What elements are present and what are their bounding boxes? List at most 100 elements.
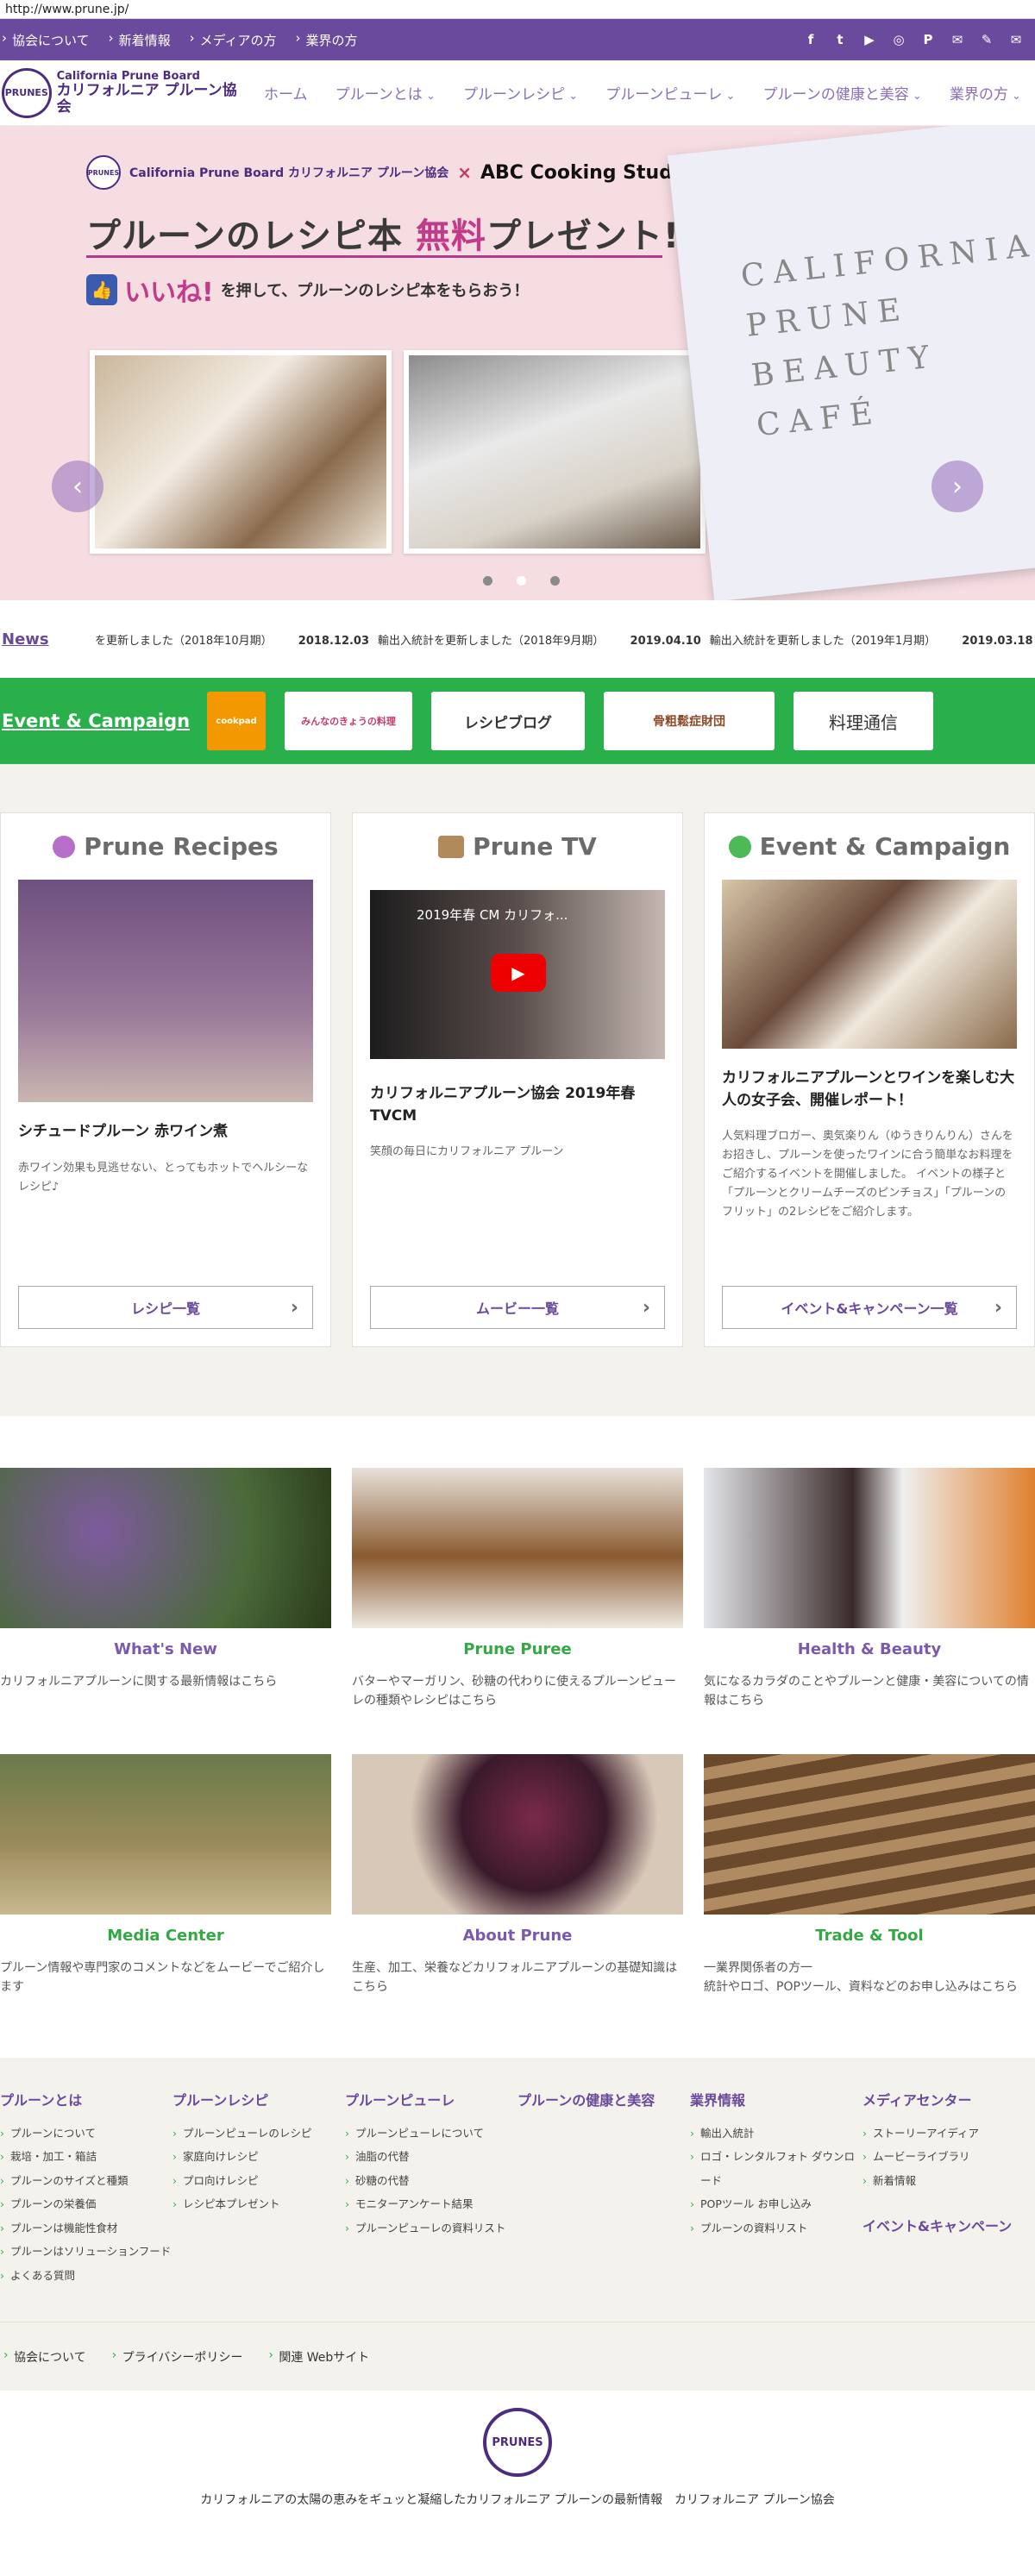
logo-en: California Prune Board xyxy=(56,69,200,83)
footer-link[interactable]: プルーンのサイズと種類 xyxy=(0,2169,172,2193)
site-header: PRUNES California Prune Board カリフォルニア プル… xyxy=(0,60,1035,126)
footer-col-title[interactable]: プルーンピューレ xyxy=(345,2089,518,2109)
card-prune-tv: Prune TV 2019年春 CM カリフォ... ▶ カリフォルニアプルーン… xyxy=(352,812,683,1347)
footer-col-title-event[interactable]: イベント&キャンペーン xyxy=(862,2215,1035,2235)
tile-prune-puree[interactable]: Prune Puree バターやマーガリン、砂糖の代わりに使えるプルーンピューレ… xyxy=(352,1468,683,1711)
hero-carousel[interactable]: PRUNES California Prune Board カリフォルニア プル… xyxy=(0,126,1035,600)
footer-link[interactable]: プルーンの資料リスト xyxy=(690,2216,862,2241)
tile-image-plums xyxy=(0,1468,331,1628)
footer-link[interactable]: 新着情報 xyxy=(862,2169,1035,2193)
carousel-dots xyxy=(483,576,560,586)
tile-health-beauty[interactable]: Health & Beauty 気になるカラダのことやプルーンと健康・美容につい… xyxy=(704,1468,1035,1711)
card-title: Event & Campaign xyxy=(722,832,1017,861)
card-headline[interactable]: カリフォルニアプルーンとワインを楽しむ大人の女子会、開催レポート！ xyxy=(722,1068,1017,1112)
event-list-button[interactable]: イベント&キャンペーン一覧 xyxy=(722,1286,1017,1329)
video-player[interactable]: 2019年春 CM カリフォ... ▶ xyxy=(370,890,665,1059)
footer-col-title[interactable]: プルーンとは xyxy=(0,2089,172,2109)
footer-link[interactable]: プルーンはソリューションフード xyxy=(0,2240,172,2264)
footer-col-title[interactable]: プルーンレシピ xyxy=(172,2089,345,2109)
footer-link[interactable]: モニターアンケート結果 xyxy=(345,2192,518,2216)
carousel-dot-3[interactable] xyxy=(550,576,560,586)
news-item[interactable]: を更新しました（2018年10月期） xyxy=(64,635,273,648)
nav-industry[interactable]: 業界の方 xyxy=(950,82,1021,103)
event-bar-title[interactable]: Event & Campaign xyxy=(0,711,207,731)
top-link-industry[interactable]: 業界の方 xyxy=(294,30,375,49)
youtube-icon[interactable]: ▶ xyxy=(859,29,880,50)
banner-recipe-blog[interactable]: レシピブログ xyxy=(431,692,585,750)
footer-link[interactable]: ロゴ・レンタルフォト ダウンロード xyxy=(690,2145,862,2192)
footer-link[interactable]: 砂糖の代替 xyxy=(345,2169,518,2193)
footer-col-title[interactable]: プルーンの健康と美容 xyxy=(518,2089,690,2109)
tile-whats-new[interactable]: What's New カリフォルニアプルーンに関する最新情報はこちら xyxy=(0,1468,331,1711)
top-link-about[interactable]: 協会について xyxy=(0,30,107,49)
carousel-dot-2[interactable] xyxy=(517,576,526,586)
carousel-dot-1[interactable] xyxy=(483,576,492,586)
top-link-media[interactable]: メディアの方 xyxy=(188,30,294,49)
url-bar[interactable]: http://www.prune.jp/ xyxy=(0,0,1035,19)
carousel-next-button[interactable]: › xyxy=(932,461,983,512)
carousel-prev-button[interactable]: ‹ xyxy=(52,461,104,512)
tile-media-center[interactable]: Media Center プルーン情報や専門家のコメントなどをムービーでご紹介し… xyxy=(0,1753,331,1997)
tile-about-prune[interactable]: About Prune 生産、加工、栄養などカリフォルニアプルーンの基礎知識はこ… xyxy=(352,1753,683,1997)
card-title-text: Event & Campaign xyxy=(759,832,1011,861)
footer-link[interactable]: プルーンピューレについて xyxy=(345,2122,518,2146)
twitter-icon[interactable]: t xyxy=(830,29,850,50)
footer-link[interactable]: プルーンピューレのレシピ xyxy=(172,2122,345,2146)
news-item[interactable]: 2018.12.03 輸出入統計を更新しました（2018年9月期） xyxy=(276,635,605,648)
card-image-wine-prune[interactable] xyxy=(18,880,313,1102)
banner-osteoporosis-foundation[interactable]: 骨粗鬆症財団 xyxy=(604,692,775,750)
footer-link[interactable]: プルーンピューレの資料リスト xyxy=(345,2216,518,2241)
footer-sub-link-about[interactable]: 協会について xyxy=(3,2348,86,2366)
footer-link[interactable]: ストーリーアイディア xyxy=(862,2122,1035,2146)
movie-list-button[interactable]: ムービー一覧 xyxy=(370,1286,665,1329)
instagram-icon[interactable]: ◎ xyxy=(888,29,909,50)
tile-desc: プルーン情報や専門家のコメントなどをムービーでご紹介します xyxy=(0,1960,325,1995)
banner-cookpad[interactable]: cookpad xyxy=(207,692,266,750)
mail-icon[interactable]: ✉ xyxy=(1006,29,1026,50)
news-item[interactable]: 2019.04.10 輸出入統計を更新しました（2019年1月期） xyxy=(608,635,937,648)
news-label[interactable]: News xyxy=(0,630,64,649)
footer-link[interactable]: 栽培・加工・箱詰 xyxy=(0,2145,172,2169)
footer-link[interactable]: 油脂の代替 xyxy=(345,2145,518,2169)
nav-health[interactable]: プルーンの健康と美容 xyxy=(763,82,922,103)
site-logo[interactable]: PRUNES California Prune Board カリフォルニア プル… xyxy=(0,67,250,118)
footer-link[interactable]: 輸出入統計 xyxy=(690,2122,862,2146)
footer-col-title[interactable]: メディアセンター xyxy=(862,2089,1035,2109)
thumbs-up-icon: 👍 xyxy=(86,274,117,305)
pen-icon[interactable]: ✎ xyxy=(976,29,997,50)
footer-link[interactable]: プルーンの栄養価 xyxy=(0,2192,172,2216)
footer-sub-link-privacy[interactable]: プライバシーポリシー xyxy=(112,2348,243,2366)
nav-recipes[interactable]: プルーンレシピ xyxy=(463,82,578,103)
nav-puree[interactable]: プルーンピューレ xyxy=(605,82,735,103)
footer-link[interactable]: 家庭向けレシピ xyxy=(172,2145,345,2169)
line-icon[interactable]: ✉ xyxy=(947,29,968,50)
card-headline[interactable]: カリフォルニアプルーン協会 2019年春TVCM xyxy=(370,1083,665,1127)
footer-logo[interactable]: PRUNES xyxy=(483,2408,552,2478)
top-link-news[interactable]: 新着情報 xyxy=(107,30,188,49)
facebook-icon[interactable]: f xyxy=(800,29,821,50)
footer-link[interactable]: プロ向けレシピ xyxy=(172,2169,345,2193)
footer-col-title[interactable]: 業界情報 xyxy=(690,2089,862,2109)
card-title-text: Prune TV xyxy=(473,832,597,861)
footer-link[interactable]: よくある質問 xyxy=(0,2264,172,2288)
play-icon[interactable]: ▶ xyxy=(491,954,546,992)
nav-about-prune[interactable]: プルーンとは xyxy=(336,82,436,103)
recipe-list-button[interactable]: レシピ一覧 xyxy=(18,1286,313,1329)
banner-kyou-no-ryouri[interactable]: みんなのきょうの料理 xyxy=(285,692,412,750)
footer-link[interactable]: プルーンは機能性食材 xyxy=(0,2216,172,2241)
hero-title-b: プレゼント! xyxy=(486,216,681,256)
news-item[interactable]: 2019.03.18 xyxy=(939,635,1035,648)
nav-home[interactable]: ホーム xyxy=(264,82,308,103)
footer-link[interactable]: ムービーライブラリ xyxy=(862,2145,1035,2169)
footer-link[interactable]: レシピ本プレゼント xyxy=(172,2192,345,2216)
footer-link[interactable]: POPツール お申し込み xyxy=(690,2192,862,2216)
news-ticker-items: を更新しました（2018年10月期） 2018.12.03 輸出入統計を更新しまし… xyxy=(64,631,1035,648)
pinterest-icon[interactable]: P xyxy=(918,29,938,50)
banner-ryouri-tsushin[interactable]: 料理通信 xyxy=(794,692,933,750)
logo-jp: カリフォルニア プルーン協会 xyxy=(56,81,237,116)
footer-sub-link-related[interactable]: 関連 Webサイト xyxy=(268,2348,369,2366)
card-headline[interactable]: シチュードプルーン 赤ワイン煮 xyxy=(18,1121,313,1144)
tile-trade-tool[interactable]: Trade & Tool 一業界関係者の方一 統計やロゴ、POPツール、資料など… xyxy=(704,1753,1035,1997)
footer-link[interactable]: プルーンについて xyxy=(0,2122,172,2146)
card-image-party[interactable] xyxy=(722,880,1017,1049)
